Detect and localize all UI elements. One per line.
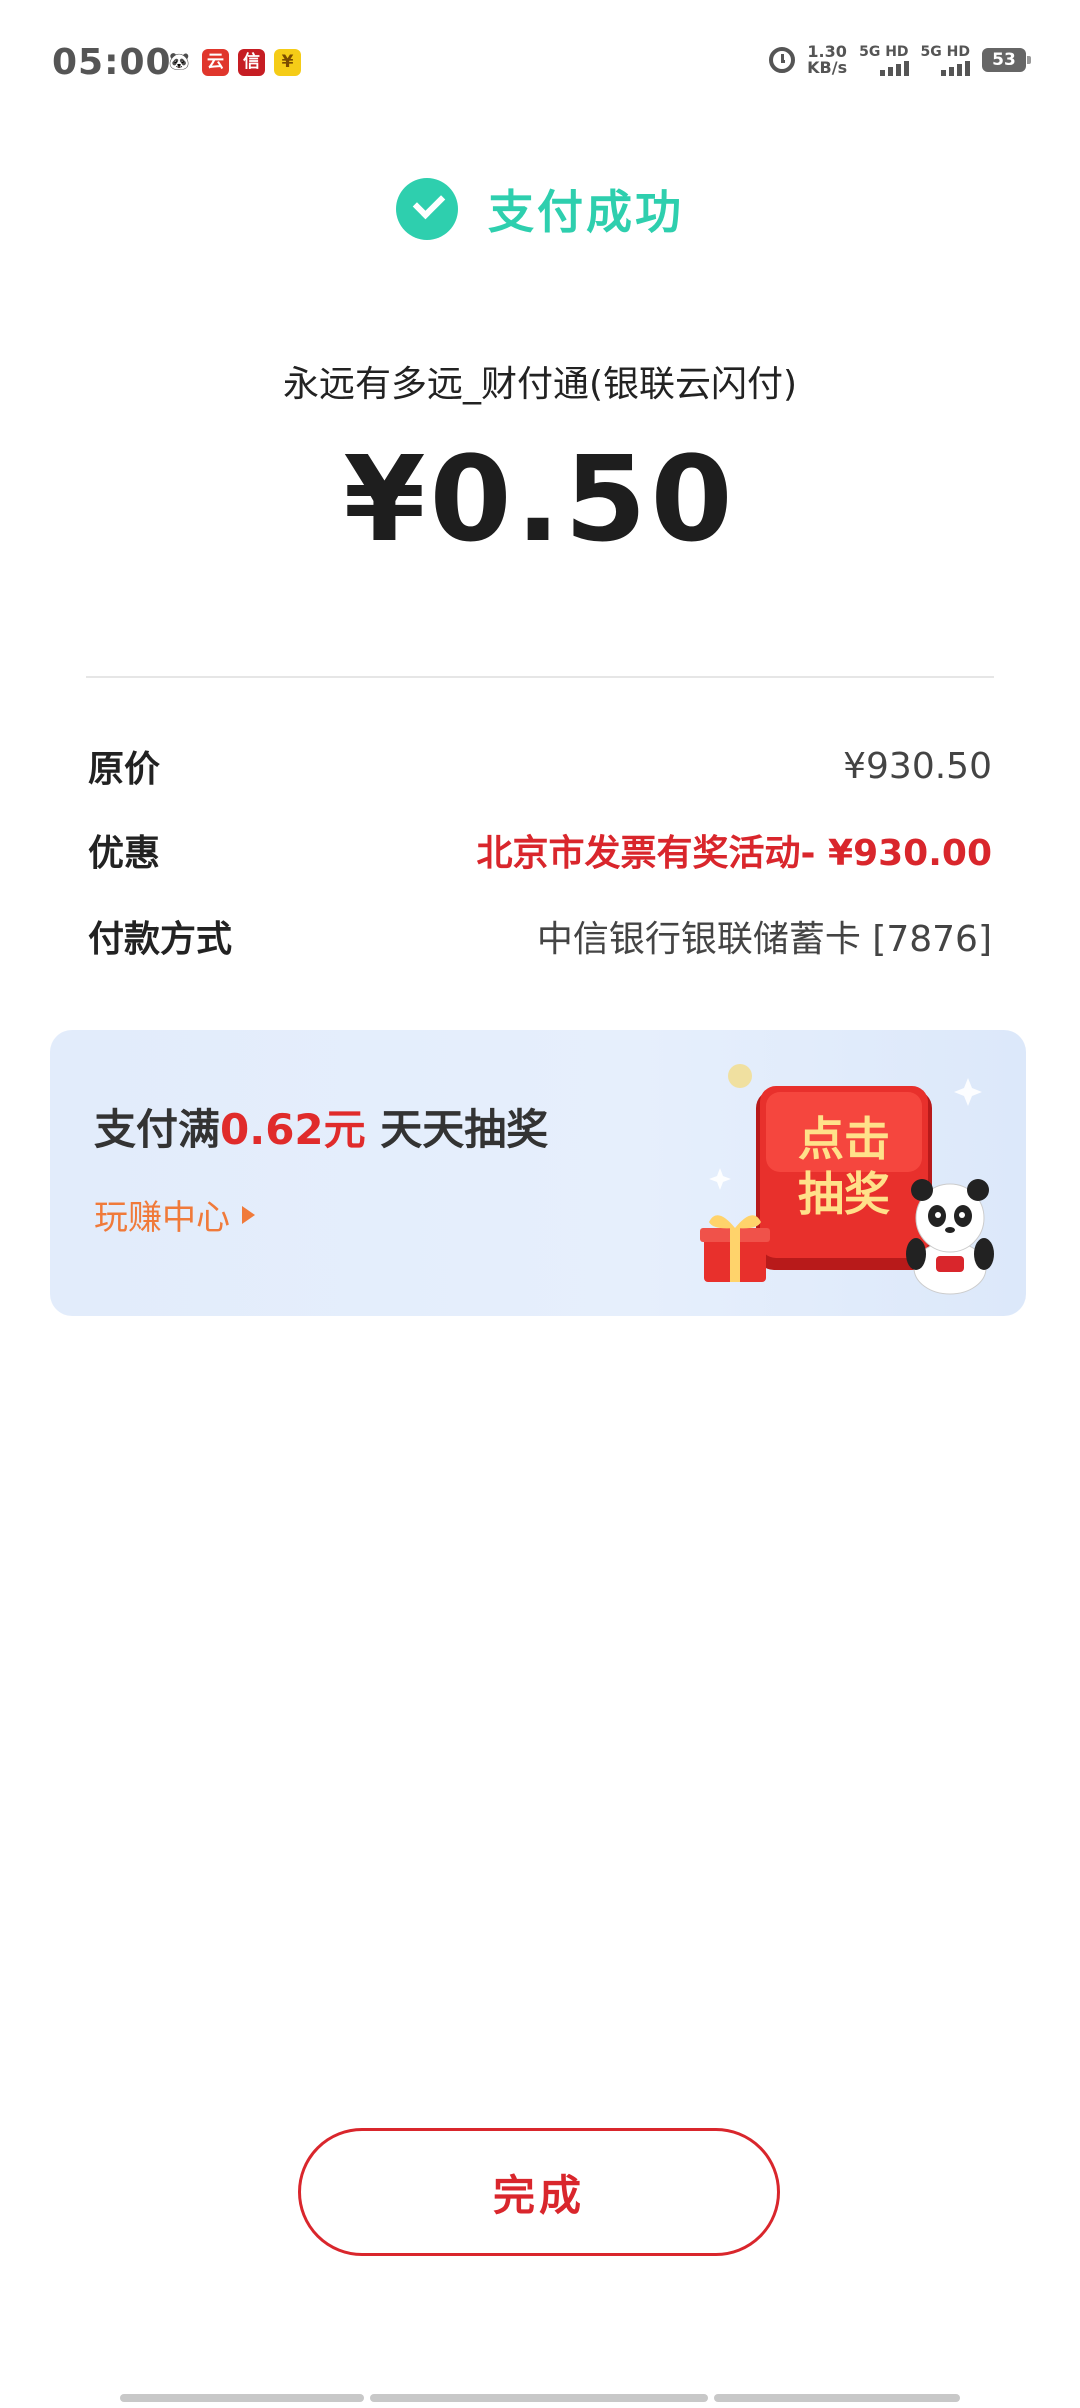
discount-row: 优惠 北京市发票有奖活动- ¥930.00 (88, 820, 992, 880)
network-speed: 1.30 KB/s (807, 44, 847, 76)
unionpay-app-icon: 云 (202, 49, 229, 76)
status-bar: 05:00 🐼 云 信 ¥ 1.30 KB/s 5G HD 5G HD 53 (0, 0, 1080, 126)
original-price-label: 原价 (88, 749, 161, 790)
panda-app-icon: 🐼 (168, 52, 191, 72)
discount-label: 优惠 (88, 833, 161, 874)
discount-value: 北京市发票有奖活动- ¥930.00 (476, 833, 992, 874)
arrow-right-icon (242, 1205, 255, 1224)
signal-1: 5G HD (859, 44, 909, 76)
network-speed-unit: KB/s (807, 58, 848, 77)
signal-2: 5G HD (921, 44, 970, 76)
lottery-button-line-2: 抽奖 (798, 1167, 890, 1221)
original-price-value: ¥930.50 (843, 745, 992, 787)
alarm-icon (769, 47, 796, 73)
sparkle-icon (709, 1168, 731, 1190)
battery-icon: 53 (982, 48, 1031, 72)
notification-icons: 🐼 云 信 ¥ (166, 49, 301, 76)
yen-app-icon: ¥ (274, 49, 301, 76)
lottery-illustration[interactable]: 点击 抽奖 (700, 1050, 1000, 1300)
lottery-promo-card[interactable]: 支付满0.62元 天天抽奖 玩赚中心 点击 抽奖 (50, 1030, 1026, 1316)
signal-bars-icon (879, 60, 909, 76)
promo-title-highlight: 0.62元 (220, 1105, 366, 1154)
payment-method-label: 付款方式 (88, 919, 233, 960)
promo-link-label: 玩赚中心 (94, 1198, 230, 1238)
lottery-button-line-1: 点击 (798, 1112, 890, 1166)
sparkle-icon (954, 1078, 982, 1106)
payment-success-header: 支付成功 (0, 176, 1080, 242)
payment-method-row: 付款方式 中信银行银联储蓄卡 [7876] (88, 906, 992, 966)
payment-method-value: 中信银行银联储蓄卡 [7876] (536, 919, 992, 960)
signal-bars-icon (941, 60, 970, 76)
status-time: 05:00 (52, 42, 172, 83)
signal-1-label: 5G HD (859, 44, 909, 60)
divider (86, 676, 994, 678)
status-right-group: 1.30 KB/s 5G HD 5G HD 53 (769, 44, 1031, 76)
gesture-bar-segment[interactable] (370, 2394, 708, 2402)
gold-ball-icon (728, 1064, 752, 1088)
signal-2-label: 5G HD (920, 44, 970, 60)
citic-bank-app-icon: 信 (238, 49, 265, 76)
play-earn-center-link[interactable]: 玩赚中心 (94, 1190, 255, 1239)
gesture-bar-segment (714, 2394, 960, 2402)
promo-title: 支付满0.62元 天天抽奖 (94, 1096, 548, 1157)
gesture-bar-segment (120, 2394, 364, 2402)
success-title: 支付成功 (488, 185, 684, 239)
promo-title-prefix: 支付满 (94, 1105, 221, 1154)
done-button[interactable]: 完成 (298, 2128, 780, 2256)
original-price-row: 原价 ¥930.50 (88, 736, 992, 796)
check-circle-icon (396, 178, 458, 240)
promo-title-suffix: 天天抽奖 (365, 1105, 549, 1154)
merchant-name: 永远有多远_财付通(银联云闪付) (282, 364, 798, 405)
paid-amount: ¥0.50 (343, 430, 737, 568)
